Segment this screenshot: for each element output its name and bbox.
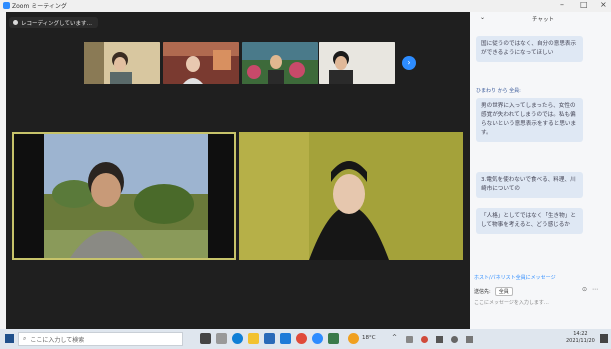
notification-icon[interactable] [600,334,608,343]
recording-indicator[interactable]: レコーディングしています… [9,17,98,28]
volume-icon[interactable] [451,335,458,343]
zoom-app-icon [3,2,10,9]
close-icon[interactable]: × [600,0,607,9]
speaker-tile[interactable] [239,132,463,260]
participant-thumbnail-2[interactable] [163,42,239,84]
tray-app-icon[interactable] [421,335,428,343]
title-bar: Zoom ミーティング – □ × [0,0,611,12]
taskbar-search-placeholder: ここに入力して検索 [30,336,85,344]
minimize-icon[interactable]: – [560,0,564,9]
participant-thumbnail-3[interactable] [242,42,318,84]
chat-header: ⌄ チャット [470,12,611,26]
chrome-icon[interactable] [296,333,307,344]
participant-thumbnail-1[interactable] [84,42,160,84]
tray-chevron-icon[interactable]: ^ [392,334,397,341]
more-options-icon[interactable]: ⋯ [592,286,598,293]
ime-icon[interactable] [466,335,473,343]
collapse-chevron-icon[interactable]: ⌄ [480,14,485,21]
speaker-video-right [239,132,463,260]
taskbar: ⌕ ここに入力して検索 18°C ^ 14:22 2021/11/20 [0,329,611,349]
file-icon[interactable]: ⊙ [582,286,587,293]
recipients-link[interactable]: ホスト/パネリスト全員にメッセージ [474,274,556,281]
chat-panel: ⌄ チャット 国に従うのではなく、自分の意思表示ができるようになってほしい ひま… [470,12,611,329]
participant-thumbnail-4[interactable] [319,42,395,84]
network-icon[interactable] [406,335,413,343]
battery-icon[interactable] [436,335,443,343]
participant-video-2 [163,42,239,84]
participant-video-3 [242,42,318,84]
clock-date: 2021/11/20 [566,338,595,344]
recording-label: レコーディングしています… [21,20,92,27]
windows-start-icon[interactable] [5,334,14,343]
speaker-tile-active[interactable] [12,132,236,260]
store-icon[interactable] [264,333,275,344]
window-title: Zoom ミーティング [12,3,67,10]
send-to-label: 送信先: [474,289,491,295]
participant-video-1 [84,42,160,84]
taskbar-clock[interactable]: 14:22 2021/11/20 [566,331,595,345]
temperature: 18°C [362,335,376,341]
participant-video-4 [319,42,395,84]
send-to-row: 送信先: 全員 [474,287,513,296]
chat-message: 国に従うのではなく、自分の意思表示ができるようになってほしい [476,36,583,62]
file-explorer-icon[interactable] [248,333,259,344]
task-view-icon[interactable] [200,333,211,344]
maximize-icon[interactable]: □ [580,0,588,9]
system-tray [406,333,556,345]
taskbar-search[interactable]: ⌕ ここに入力して検索 [18,332,183,346]
mail-icon[interactable] [280,333,291,344]
send-to-dropdown[interactable]: 全員 [494,287,513,296]
clock-time: 14:22 [573,331,588,337]
record-dot-icon [13,20,18,25]
search-icon: ⌕ [23,335,27,342]
chat-message: 男の世界に入ってしまったら、女性の感覚が失われてしまうのでは。私も偏らないという… [476,98,583,142]
chat-message: 「人格」としてではなく「生き物」として物事を考えると、どう感じるか [476,208,583,234]
zoom-taskbar-icon[interactable] [312,333,323,344]
widgets-icon[interactable] [216,333,227,344]
chat-input[interactable]: ここにメッセージを入力します… [474,299,549,306]
speaker-video-left [14,134,234,258]
chat-title: チャット [532,17,554,23]
weather-icon[interactable] [348,333,359,344]
meeting-video-area: レコーディングしています… › [6,12,470,329]
app-icon[interactable] [328,333,339,344]
edge-browser-icon[interactable] [232,333,243,344]
chat-sender: ひまわり から 全員: [476,88,521,94]
chat-message: 3.電気を使わないで食べる、料理、川崎市についての [476,172,583,198]
next-page-button[interactable]: › [402,56,416,70]
